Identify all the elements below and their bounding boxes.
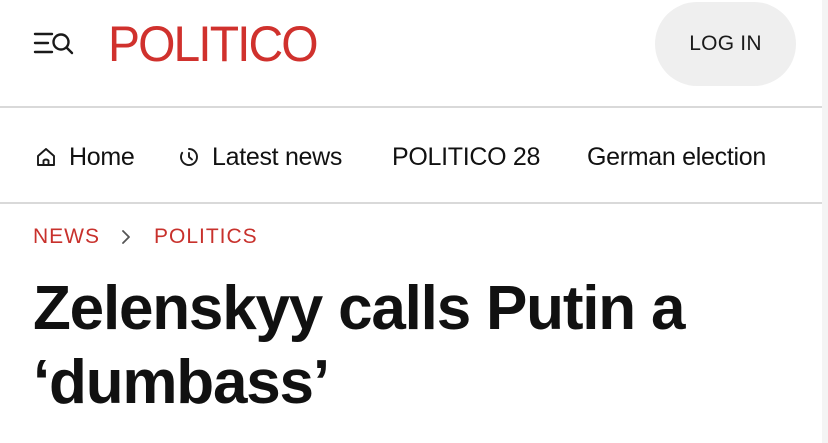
nav-item-latest-news[interactable]: Latest news	[178, 140, 342, 174]
login-button[interactable]: LOG IN	[655, 2, 796, 86]
nav-item-label: POLITICO 28	[392, 142, 541, 171]
page: POLITICO LOG IN Home Latest news POLITIC…	[0, 0, 828, 443]
chevron-right-icon	[120, 228, 132, 246]
menu-search-icon	[33, 32, 74, 55]
site-logo[interactable]: POLITICO	[108, 16, 319, 72]
clock-icon	[178, 146, 200, 168]
nav-item-home[interactable]: Home	[35, 140, 135, 174]
nav-item-label: German election	[587, 142, 766, 171]
menu-search-button[interactable]	[32, 28, 76, 60]
article-headline: Zelenskyy calls Putin a ‘dumbass’	[33, 274, 685, 417]
home-icon	[35, 146, 57, 168]
nav-item-label: Home	[69, 142, 135, 171]
section-nav: Home Latest news POLITICO 28 German elec…	[0, 108, 828, 204]
breadcrumb-item-news[interactable]: NEWS	[33, 225, 100, 249]
nav-item-german-election[interactable]: German election	[587, 140, 766, 174]
breadcrumb-item-politics[interactable]: POLITICS	[154, 225, 258, 249]
nav-item-politico-28[interactable]: POLITICO 28	[392, 140, 540, 174]
nav-item-label: Latest news	[212, 142, 343, 171]
scrollbar[interactable]	[822, 0, 828, 443]
breadcrumb: NEWS POLITICS	[33, 222, 258, 252]
site-header: POLITICO LOG IN	[0, 0, 828, 108]
